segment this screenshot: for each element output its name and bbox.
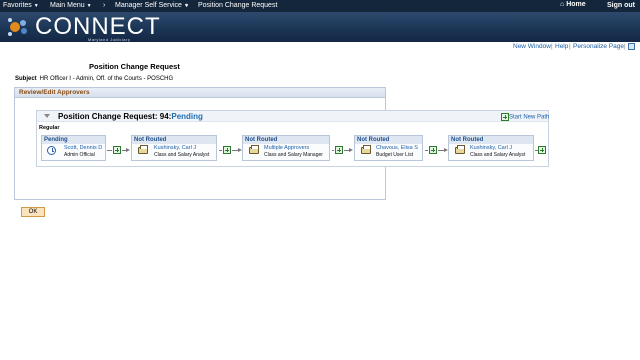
favorites-menu[interactable]: Favorites ▼	[3, 2, 39, 9]
insert-approver-button[interactable]	[223, 146, 231, 154]
chevron-down-icon: ▼	[33, 3, 39, 9]
chain-status: Pending	[171, 112, 203, 121]
chain-header: Position Change Request: 94:Pending Star…	[37, 111, 549, 122]
step-connector	[425, 146, 448, 154]
path-label: Regular	[39, 125, 60, 131]
manager-self-service-label: Manager Self Service	[115, 2, 182, 9]
in-tray-icon	[249, 145, 259, 154]
in-tray-icon	[361, 145, 371, 154]
home-label: Home	[566, 1, 586, 8]
step-status: Not Routed	[132, 136, 216, 144]
insert-approver-button[interactable]	[538, 146, 546, 154]
approver-role: Admin Official	[64, 152, 95, 158]
arrow-right-icon	[126, 148, 130, 152]
insert-approver-button[interactable]	[113, 146, 121, 154]
add-icon	[501, 113, 509, 121]
arrow-right-icon	[349, 148, 353, 152]
approver-name-link[interactable]: Scott, Dennis D	[64, 145, 102, 151]
approver-role: Class and Salary Analyst	[154, 152, 210, 158]
link-separator: |	[551, 43, 553, 50]
home-link[interactable]: ⌂ Home	[560, 1, 586, 8]
insert-approver-button[interactable]	[429, 146, 437, 154]
approver-step: Not Routed Kushinsky, Carl J Class and S…	[448, 135, 534, 161]
approver-name-link[interactable]: Multiple Approvers	[264, 145, 309, 151]
chain-title: Position Change Request: 94:Pending	[58, 112, 203, 121]
approver-role: Budget User List	[376, 152, 413, 158]
approver-step: Not Routed Chavous, Elisa S Budget User …	[354, 135, 423, 161]
breadcrumb-separator: ›	[186, 2, 189, 9]
approver-step: Not Routed Multiple Approvers Class and …	[242, 135, 330, 161]
sign-out-link[interactable]: Sign out	[607, 2, 635, 9]
ok-button[interactable]: OK	[21, 207, 45, 217]
start-new-path-label: Start New Path	[509, 114, 550, 121]
main-menu-label: Main Menu	[50, 2, 85, 9]
step-status: Not Routed	[449, 136, 533, 144]
main-menu[interactable]: Main Menu ▼	[50, 2, 92, 9]
step-status: Pending	[42, 136, 105, 144]
favorites-label: Favorites	[3, 2, 32, 9]
top-nav-bar: Favorites ▼ Main Menu ▼ › Manager Self Ser…	[0, 0, 640, 12]
clock-icon	[47, 146, 56, 155]
in-tray-icon	[138, 145, 148, 154]
panel-title: Review/Edit Approvers	[15, 88, 385, 98]
chain-title-prefix: Position Change Request: 94:	[58, 112, 172, 121]
in-tray-icon	[455, 145, 465, 154]
step-status: Not Routed	[355, 136, 422, 144]
utility-links: New Window | Help | Personalize Page |	[0, 42, 640, 52]
approver-role: Class and Salary Manager	[264, 152, 323, 158]
chevron-down-icon: ▼	[86, 3, 92, 9]
manager-self-service-menu[interactable]: Manager Self Service ▼	[115, 2, 189, 9]
approver-step: Not Routed Kushinsky, Carl J Class and S…	[131, 135, 217, 161]
page-title: Position Change Request	[89, 62, 180, 71]
step-connector	[535, 146, 547, 154]
banner: CONNECT Maryland Judiciary	[0, 12, 640, 42]
step-connector	[332, 146, 353, 154]
help-link[interactable]: Help	[555, 43, 568, 50]
insert-approver-button[interactable]	[335, 146, 343, 154]
subject-label: Subject	[15, 76, 37, 82]
subject-value: HR Officer I - Admin, Off. of the Courts…	[39, 76, 174, 82]
breadcrumb-current-page: Position Change Request	[198, 2, 278, 9]
approver-role: Class and Salary Analyst	[470, 152, 526, 158]
start-new-path-button[interactable]: Start New Path	[501, 113, 549, 121]
approver-step: Pending Scott, Dennis D Admin Official	[41, 135, 106, 161]
approver-name-link[interactable]: Kushinsky, Carl J	[470, 145, 512, 151]
step-connector	[219, 146, 242, 154]
step-status: Not Routed	[243, 136, 329, 144]
link-separator: |	[569, 43, 571, 50]
new-window-link[interactable]: New Window	[513, 43, 551, 50]
approval-chain: Position Change Request: 94:Pending Star…	[36, 110, 549, 167]
approver-name-link[interactable]: Chavous, Elisa S	[376, 145, 418, 151]
breadcrumb-separator: ›	[103, 2, 106, 9]
personalize-page-link[interactable]: Personalize Page	[573, 43, 624, 50]
link-separator: |	[624, 43, 626, 50]
home-icon: ⌂	[560, 1, 565, 8]
approver-name-link[interactable]: Kushinsky, Carl J	[154, 145, 196, 151]
connect-logo-icon	[8, 18, 27, 36]
collapse-arrow-icon[interactable]	[44, 114, 50, 118]
grid-icon[interactable]	[628, 43, 635, 50]
subject-line: Subject HR Officer I - Admin, Off. of the…	[15, 76, 173, 82]
step-connector	[107, 146, 130, 154]
